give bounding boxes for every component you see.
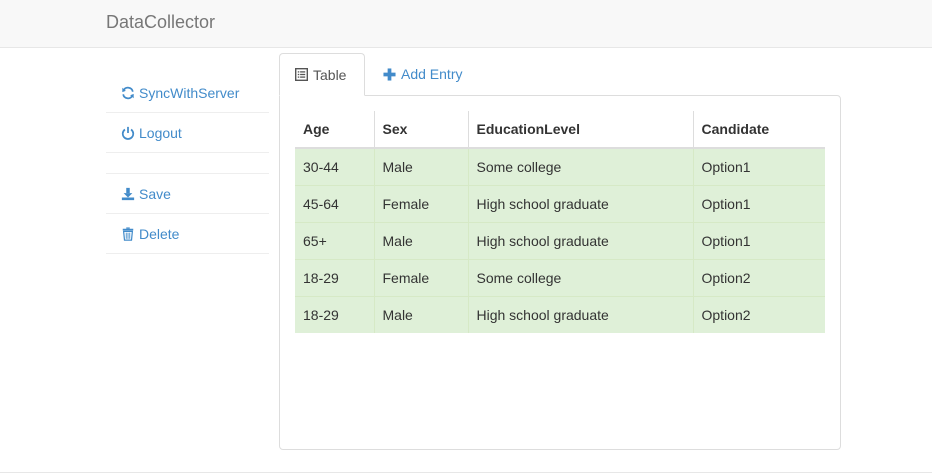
table-panel: Age Sex EducationLevel Candidate 30-44 M…	[279, 95, 841, 450]
table-row[interactable]: 65+ Male High school graduate Option1	[295, 221, 825, 259]
sidebar-item-logout[interactable]: Logout	[106, 113, 269, 153]
list-alt-icon	[295, 68, 308, 81]
sidebar-item-sync[interactable]: SyncWithServer	[106, 73, 269, 113]
cell-age: 45-64	[295, 184, 374, 222]
cell-sex: Male	[373, 295, 468, 333]
cell-age: 18-29	[295, 258, 374, 296]
cell-age: 65+	[295, 221, 374, 259]
cell-education-level: Some college	[467, 147, 693, 185]
tab-add-entry[interactable]: Add Entry	[367, 53, 477, 95]
table-header-row: Age Sex EducationLevel Candidate	[295, 111, 825, 149]
column-header-education-level[interactable]: EducationLevel	[467, 111, 693, 149]
plus-icon	[383, 67, 396, 81]
column-header-sex[interactable]: Sex	[373, 111, 468, 149]
column-header-age[interactable]: Age	[295, 111, 374, 149]
tab-label: Table	[313, 66, 347, 83]
cell-age: 18-29	[295, 295, 374, 333]
table-row[interactable]: 30-44 Male Some college Option1	[295, 147, 825, 185]
table-row[interactable]: 45-64 Female High school graduate Option…	[295, 184, 825, 222]
cell-sex: Male	[373, 147, 468, 185]
refresh-icon	[122, 86, 134, 99]
sidebar-item-label: SyncWithServer	[139, 84, 240, 101]
table-row[interactable]: 18-29 Male High school graduate Option2	[295, 295, 825, 333]
trash-icon	[122, 226, 134, 241]
sidebar: SyncWithServer Logout Save Delete	[106, 73, 269, 254]
cell-education-level: Some college	[467, 258, 693, 296]
data-table: Age Sex EducationLevel Candidate 30-44 M…	[295, 111, 825, 333]
sidebar-item-label: Save	[139, 185, 171, 202]
power-icon	[121, 126, 135, 140]
sidebar-divider	[106, 153, 269, 174]
footer-divider	[0, 472, 932, 473]
cell-education-level: High school graduate	[467, 295, 693, 333]
tab-label: Add Entry	[401, 66, 463, 82]
navbar: DataCollector	[0, 0, 932, 48]
cell-candidate: Option1	[692, 221, 825, 259]
cell-sex: Female	[373, 258, 468, 296]
cell-candidate: Option1	[692, 184, 825, 222]
tab-table[interactable]: Table	[279, 53, 365, 96]
tab-bar: Table Add Entry	[279, 53, 841, 96]
download-icon	[121, 187, 135, 200]
cell-education-level: High school graduate	[467, 221, 693, 259]
cell-candidate: Option2	[692, 295, 825, 333]
sidebar-item-delete[interactable]: Delete	[106, 214, 269, 254]
cell-education-level: High school graduate	[467, 184, 693, 222]
cell-sex: Female	[373, 184, 468, 222]
cell-candidate: Option2	[692, 258, 825, 296]
sidebar-item-label: Logout	[139, 124, 182, 141]
column-header-candidate[interactable]: Candidate	[692, 111, 825, 149]
sidebar-item-save[interactable]: Save	[106, 174, 269, 214]
cell-age: 30-44	[295, 147, 374, 185]
cell-candidate: Option1	[692, 147, 825, 185]
app-brand[interactable]: DataCollector	[106, 12, 215, 33]
cell-sex: Male	[373, 221, 468, 259]
table-row[interactable]: 18-29 Female Some college Option2	[295, 258, 825, 296]
sidebar-item-label: Delete	[139, 225, 180, 242]
